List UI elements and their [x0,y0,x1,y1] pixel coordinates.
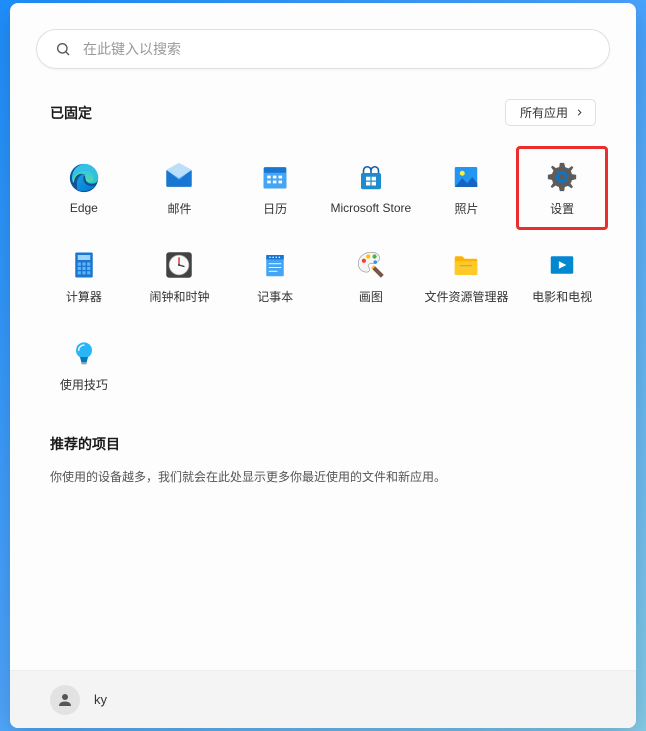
clock-icon [162,248,196,282]
tips-icon [67,336,101,370]
pinned-header: 已固定 所有应用 [10,85,636,136]
notepad-icon [258,248,292,282]
app-label: Microsoft Store [330,201,411,215]
pinned-title: 已固定 [50,103,92,123]
app-label: 日历 [263,200,287,217]
app-tile-explorer[interactable]: 文件资源管理器 [421,234,513,318]
app-tile-store[interactable]: Microsoft Store [325,146,417,230]
edge-icon [67,161,101,195]
app-tile-notepad[interactable]: 记事本 [229,234,321,318]
app-label: 记事本 [257,288,293,305]
app-tile-photos[interactable]: 照片 [421,146,513,230]
app-label: 电影和电视 [532,288,592,305]
chevron-right-icon [574,107,585,118]
photos-icon [449,160,483,194]
app-label: 邮件 [167,200,191,217]
start-menu-panel: 已固定 所有应用 [10,3,636,728]
app-tile-paint[interactable]: 画图 [325,234,417,318]
all-apps-label: 所有应用 [520,104,568,121]
settings-icon [545,160,579,194]
avatar-icon [50,685,80,715]
app-tile-movies[interactable]: 电影和电视 [516,234,608,318]
app-label: 使用技巧 [60,376,108,393]
mail-icon [162,160,196,194]
app-tile-calculator[interactable]: 计算器 [38,234,130,318]
paint-icon [354,248,388,282]
user-name: ky [94,692,107,707]
recommended-title: 推荐的项目 [50,434,596,454]
app-label: 照片 [454,200,478,217]
recommended-section: 推荐的项目 你使用的设备越多，我们就会在此处显示更多你最近使用的文件和新应用。 [10,406,636,515]
bottom-bar: ky [10,670,636,728]
app-tile-clock[interactable]: 闹钟和时钟 [134,234,226,318]
app-label: 设置 [550,200,574,217]
pinned-grid: Edge 邮件 [10,136,636,406]
search-box[interactable] [36,29,610,69]
app-label: 闹钟和时钟 [149,288,209,305]
folder-icon [449,248,483,282]
app-label: Edge [70,201,98,215]
all-apps-button[interactable]: 所有应用 [505,99,596,126]
recommended-description: 你使用的设备越多，我们就会在此处显示更多你最近使用的文件和新应用。 [50,468,596,487]
app-tile-edge[interactable]: Edge [38,146,130,230]
app-label: 文件资源管理器 [424,288,508,305]
calculator-icon [67,248,101,282]
movies-icon [545,248,579,282]
store-icon [354,161,388,195]
app-tile-tips[interactable]: 使用技巧 [38,322,130,406]
app-tile-calendar[interactable]: 日历 [229,146,321,230]
search-container [10,3,636,85]
calendar-icon [258,160,292,194]
app-label: 画图 [359,288,383,305]
user-profile[interactable]: ky [50,685,107,715]
app-label: 计算器 [66,288,102,305]
app-tile-mail[interactable]: 邮件 [134,146,226,230]
app-tile-settings[interactable]: 设置 [516,146,608,230]
search-icon [55,41,71,57]
search-input[interactable] [83,41,591,57]
